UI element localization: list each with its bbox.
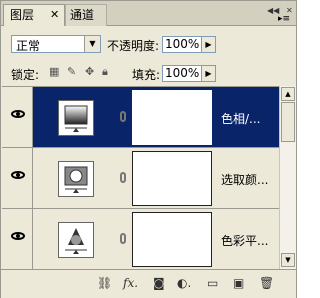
tab-channels[interactable]: 通道	[65, 4, 107, 26]
tab-bar: 图层 ✕ 通道 ◀◀ ✕ ▸≡	[1, 1, 296, 26]
new-group-icon[interactable]: ▭	[207, 276, 218, 290]
scroll-up-icon[interactable]: ▲	[281, 87, 295, 101]
visibility-toggle[interactable]	[2, 87, 33, 147]
layer-row[interactable]: 色相/...	[2, 87, 279, 148]
layer-name: 色彩平...	[221, 234, 269, 248]
fill-field[interactable]: 100%	[162, 65, 202, 82]
layers-scrollbar[interactable]: ▲ ▼	[279, 86, 296, 269]
visibility-toggle[interactable]	[2, 148, 33, 208]
link-icon[interactable]	[120, 233, 126, 244]
layers-panel: 图层 ✕ 通道 ◀◀ ✕ ▸≡ 正常 ▼ 不透明度: 100% ▶ 锁定: ▦ …	[0, 0, 297, 298]
panel-footer: ⛓ fx. ◙ ◐. ▭ ▣ 🗑︎	[1, 269, 296, 298]
tab-channels-label: 通道	[70, 8, 95, 22]
trash-icon[interactable]: 🗑︎	[259, 276, 274, 290]
layer-mask-thumbnail[interactable]	[132, 212, 212, 267]
blend-mode-select[interactable]: 正常 ▼	[11, 35, 101, 53]
layer-row[interactable]: 色彩平...	[2, 209, 279, 270]
opacity-field[interactable]: 100%	[162, 36, 202, 53]
opacity-label: 不透明度:	[107, 39, 160, 53]
color-balance-icon	[58, 222, 94, 258]
chevron-down-icon[interactable]: ▼	[84, 36, 100, 52]
lock-transparent-icon[interactable]: ▦	[49, 65, 59, 78]
lock-paint-icon[interactable]: ✎	[67, 65, 76, 78]
tab-layers[interactable]: 图层 ✕	[3, 4, 65, 26]
link-icon[interactable]	[120, 172, 126, 183]
layer-name: 色相/...	[221, 112, 261, 126]
fx-icon[interactable]: fx.	[123, 276, 138, 290]
blend-mode-value: 正常	[16, 39, 41, 53]
hue-saturation-icon	[58, 100, 94, 136]
add-mask-icon[interactable]: ◙	[153, 276, 165, 290]
layer-mask-thumbnail[interactable]	[132, 90, 212, 145]
layers-list: 色相/... 选取颜... 色彩平...	[2, 86, 279, 270]
lock-label: 锁定:	[11, 68, 40, 82]
eye-icon	[11, 171, 25, 179]
layer-row[interactable]: 选取颜...	[2, 148, 279, 209]
close-icon[interactable]: ✕	[50, 5, 59, 25]
link-layers-icon[interactable]: ⛓	[97, 276, 112, 290]
selective-color-icon	[58, 161, 94, 197]
adjustment-layer-icon[interactable]: ◐.	[177, 276, 191, 290]
opacity-arrow-icon[interactable]: ▶	[202, 36, 216, 53]
fill-arrow-icon[interactable]: ▶	[202, 65, 216, 82]
scroll-thumb[interactable]	[281, 102, 295, 142]
eye-icon	[11, 110, 25, 118]
link-icon[interactable]	[120, 111, 126, 122]
scroll-down-icon[interactable]: ▼	[281, 253, 295, 267]
layer-mask-thumbnail[interactable]	[132, 151, 212, 206]
new-layer-icon[interactable]: ▣	[233, 276, 244, 290]
eye-icon	[11, 232, 25, 240]
lock-move-icon[interactable]: ✥	[85, 65, 94, 78]
layer-name: 选取颜...	[221, 173, 269, 187]
panel-menu-icon[interactable]: ▸≡	[278, 14, 290, 24]
lock-all-icon[interactable]: 🔒︎	[102, 65, 108, 79]
tab-layers-label: 图层	[10, 8, 35, 22]
visibility-toggle[interactable]	[2, 209, 33, 269]
fill-label: 填充:	[132, 68, 161, 82]
